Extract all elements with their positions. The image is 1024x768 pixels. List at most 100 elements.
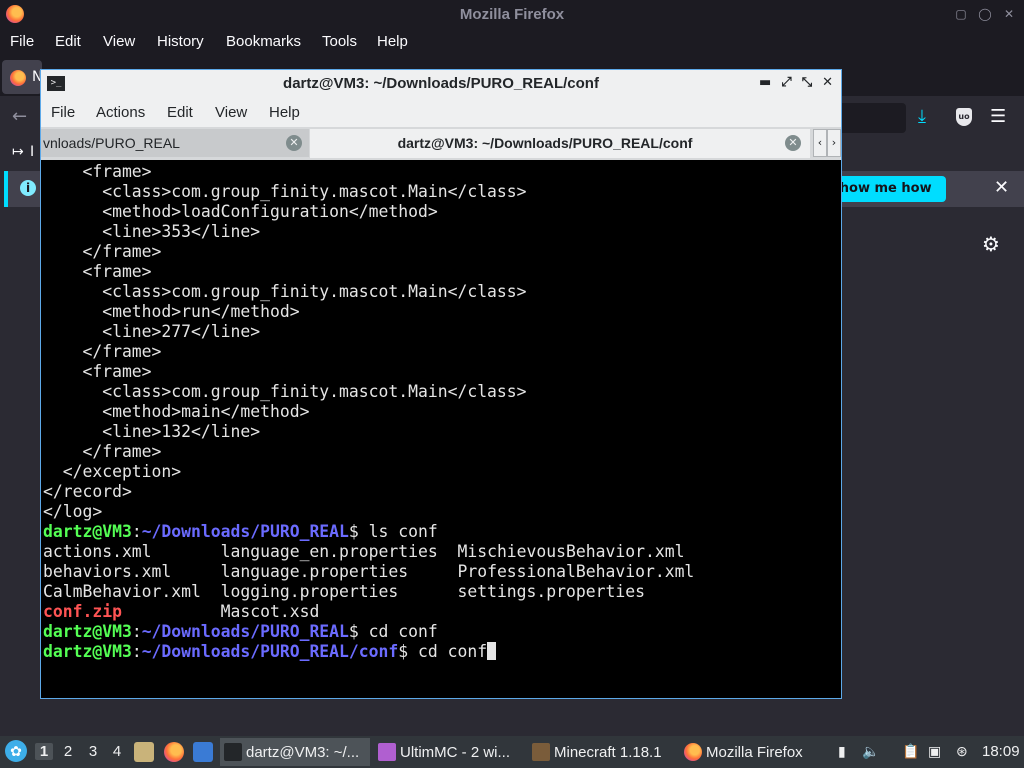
- command-input[interactable]: cd conf: [418, 642, 487, 661]
- tab-close-icon[interactable]: ✕: [286, 135, 302, 151]
- firefox-launcher-icon[interactable]: [164, 742, 184, 762]
- task-ultimmc[interactable]: UltimMC - 2 wi...: [374, 738, 524, 766]
- ls-entry: actions.xml: [43, 542, 221, 561]
- minimize-icon[interactable]: ▢: [954, 7, 968, 21]
- terminal-line: <class>com.group_finity.mascot.Main</cla…: [43, 382, 527, 401]
- terminal-menu-file[interactable]: File: [51, 104, 75, 121]
- prompt-user: dartz@VM3: [43, 642, 132, 661]
- ls-entry-archive: conf.zip: [43, 602, 122, 621]
- gear-icon[interactable]: ⚙: [982, 232, 1000, 256]
- hamburger-menu-icon[interactable]: ☰: [990, 106, 1006, 127]
- firefox-tab[interactable]: N: [2, 60, 42, 94]
- prompt-dollar: $: [398, 642, 419, 661]
- ls-entry: ProfessionalBehavior.xml: [457, 562, 695, 581]
- ls-entry: language_en.properties: [220, 542, 458, 561]
- ultimmc-icon: [378, 743, 396, 761]
- terminal-line: <line>132</line>: [43, 422, 261, 441]
- prompt-line: dartz@VM3:~/Downloads/PURO_REAL$ cd conf: [43, 622, 839, 642]
- menu-history[interactable]: History: [157, 33, 204, 50]
- download-icon[interactable]: ⤓: [918, 106, 926, 127]
- terminal-line: </frame>: [43, 442, 162, 461]
- desktop-icon[interactable]: [193, 742, 213, 762]
- prompt-line-current: dartz@VM3:~/Downloads/PURO_REAL/conf$ cd…: [43, 642, 839, 662]
- task-terminal[interactable]: dartz@VM3: ~/...: [220, 738, 370, 766]
- prompt-user: dartz@VM3: [43, 622, 132, 641]
- terminal-menu-view[interactable]: View: [215, 104, 247, 121]
- terminal-menubar: File Actions Edit View Help: [41, 98, 841, 127]
- close-icon[interactable]: ✕: [822, 75, 833, 90]
- menu-tools[interactable]: Tools: [322, 33, 357, 50]
- ublock-shield-icon[interactable]: uo: [956, 108, 972, 126]
- menu-help[interactable]: Help: [377, 33, 408, 50]
- menu-file[interactable]: File: [10, 33, 34, 50]
- file-manager-icon[interactable]: [134, 742, 154, 762]
- prompt-colon: :: [131, 622, 142, 641]
- network-icon[interactable]: ▣: [928, 743, 941, 760]
- import-bookmarks-icon[interactable]: ↦: [12, 144, 24, 160]
- prompt-user: dartz@VM3: [43, 522, 132, 541]
- tab-scroll-buttons: ‹ ›: [813, 129, 841, 157]
- terminal-menu-edit[interactable]: Edit: [167, 104, 193, 121]
- task-minecraft[interactable]: Minecraft 1.18.1: [528, 738, 678, 766]
- clipboard-icon[interactable]: 📋: [902, 743, 919, 760]
- firefox-window-controls: ▢ ◯ ✕: [954, 7, 1016, 21]
- terminal-line: <frame>: [43, 262, 152, 281]
- ls-entry: behaviors.xml: [43, 562, 221, 581]
- task-label: Mozilla Firefox: [706, 744, 803, 761]
- chevron-left-icon[interactable]: ‹: [813, 129, 827, 157]
- menu-edit[interactable]: Edit: [55, 33, 81, 50]
- ls-row: behaviors.xml language.properties Profes…: [43, 562, 839, 582]
- start-menu-icon[interactable]: ✿: [5, 740, 27, 762]
- terminal-menu-help[interactable]: Help: [269, 104, 300, 121]
- ls-entry: CalmBehavior.xml: [43, 582, 221, 601]
- info-icon: i: [20, 180, 36, 196]
- terminal-line: </frame>: [43, 342, 162, 361]
- prompt-colon: :: [131, 522, 142, 541]
- maximize-icon[interactable]: ◯: [978, 7, 992, 21]
- taskbar: ✿ 1 2 3 4 dartz@VM3: ~/... UltimMC - 2 w…: [0, 736, 1024, 768]
- menu-view[interactable]: View: [103, 33, 135, 50]
- maximize-icon[interactable]: ⤢: [781, 75, 791, 90]
- ls-entry: language.properties: [220, 562, 458, 581]
- task-firefox[interactable]: Mozilla Firefox: [680, 738, 830, 766]
- bluetooth-icon[interactable]: ⊛: [956, 743, 968, 760]
- workspace-1[interactable]: 1: [35, 743, 53, 760]
- task-label: Minecraft 1.18.1: [554, 744, 662, 761]
- prompt-path: ~/Downloads/PURO_REAL: [141, 522, 349, 541]
- prompt-path: ~/Downloads/PURO_REAL/conf: [141, 642, 399, 661]
- minimize-icon[interactable]: ▬: [759, 75, 771, 90]
- terminal-task-icon: [224, 743, 242, 761]
- terminal-line: </log>: [43, 502, 103, 521]
- terminal-line: <class>com.group_finity.mascot.Main</cla…: [43, 282, 527, 301]
- terminal-titlebar: >_ dartz@VM3: ~/Downloads/PURO_REAL/conf…: [41, 70, 841, 98]
- terminal-tab-2-label: dartz@VM3: ~/Downloads/PURO_REAL/conf: [397, 135, 693, 151]
- workspace-4[interactable]: 4: [108, 743, 126, 760]
- terminal-menu-actions[interactable]: Actions: [96, 104, 145, 121]
- terminal-tab-1[interactable]: vnloads/PURO_REAL ✕: [41, 129, 309, 157]
- restore-icon[interactable]: ⤡: [802, 75, 812, 90]
- terminal-line: </frame>: [43, 242, 162, 261]
- workspace-3[interactable]: 3: [84, 743, 102, 760]
- ls-row: actions.xml language_en.properties Misch…: [43, 542, 839, 562]
- menu-bookmarks[interactable]: Bookmarks: [226, 33, 301, 50]
- terminal-line: </exception>: [43, 462, 182, 481]
- terminal-output[interactable]: <frame> <class>com.group_finity.mascot.M…: [43, 162, 839, 696]
- workspace-2[interactable]: 2: [59, 743, 77, 760]
- close-icon[interactable]: ✕: [1002, 7, 1016, 21]
- terminal-tab-2[interactable]: dartz@VM3: ~/Downloads/PURO_REAL/conf ✕: [310, 129, 810, 158]
- task-label: UltimMC - 2 wi...: [400, 744, 510, 761]
- back-arrow-icon[interactable]: ←: [12, 106, 27, 127]
- ls-entry: settings.properties: [457, 582, 645, 601]
- chevron-right-icon[interactable]: ›: [827, 129, 841, 157]
- notification-close-icon[interactable]: ✕: [994, 177, 1009, 198]
- ls-entry: logging.properties: [220, 582, 458, 601]
- ls-row: CalmBehavior.xml logging.properties sett…: [43, 582, 839, 602]
- clock[interactable]: 18:09: [982, 743, 1020, 760]
- ls-entry: MischievousBehavior.xml: [457, 542, 685, 561]
- volume-icon[interactable]: 🔈: [862, 743, 879, 760]
- terminal-line: <method>run</method>: [43, 302, 300, 321]
- bookmark-label[interactable]: I: [30, 144, 34, 160]
- battery-icon[interactable]: ▮: [838, 743, 846, 760]
- command-text: ls conf: [368, 522, 438, 541]
- tab-close-icon[interactable]: ✕: [785, 135, 801, 151]
